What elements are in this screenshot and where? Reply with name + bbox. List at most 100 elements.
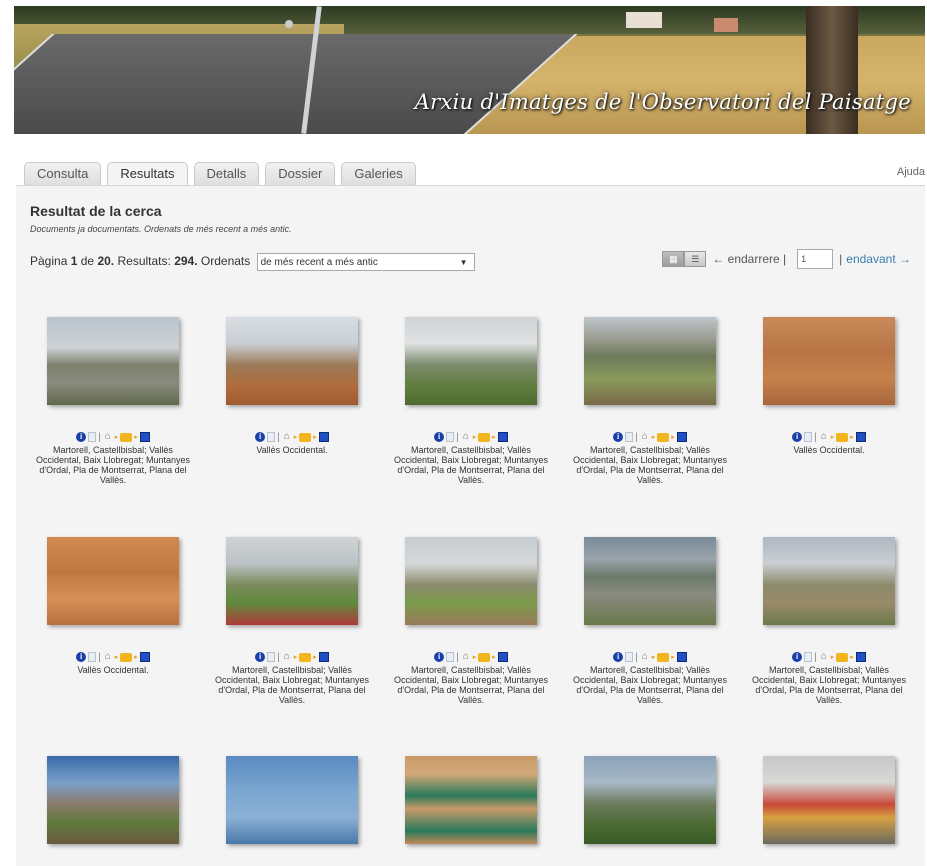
result-thumbnail[interactable] [763,537,895,625]
result-thumbnail[interactable] [226,317,358,405]
document-icon[interactable] [446,652,455,662]
document-icon[interactable] [88,432,97,442]
home-icon[interactable]: ⌂ [282,432,292,442]
info-icon[interactable]: i [792,652,803,662]
select-icon[interactable] [139,432,150,442]
result-thumbnail[interactable] [47,537,179,625]
document-icon[interactable] [625,432,634,442]
sort-label: Ordenats [200,254,251,269]
select-icon[interactable] [318,652,329,662]
info-icon[interactable]: i [613,432,624,442]
info-icon[interactable]: i [76,432,87,442]
info-icon[interactable]: i [434,652,445,662]
add-to-dossier-folder-icon[interactable] [478,652,491,662]
home-icon[interactable]: ⌂ [640,652,650,662]
results-count: 294. [174,254,198,269]
select-icon[interactable] [676,652,687,662]
result-thumbnail[interactable] [226,537,358,625]
result-item [740,756,918,844]
sort-order-select[interactable]: de més recent a més antic ▼ [256,253,475,271]
result-caption: Martorell, Castellbisbal; Vallès Occiden… [751,665,907,705]
home-icon[interactable]: ⌂ [103,432,113,442]
result-thumbnail[interactable] [405,756,537,844]
banner-house-roof [714,18,738,32]
home-icon[interactable]: ⌂ [819,432,829,442]
tab-dossier[interactable]: Dossier [265,162,336,185]
arrow-icon: ▸ [134,654,138,661]
add-to-dossier-folder-icon[interactable] [836,652,849,662]
next-page-link[interactable]: endavant → [846,252,911,266]
info-icon[interactable]: i [255,652,266,662]
result-thumbnail[interactable] [584,537,716,625]
previous-page-link[interactable]: ← endarrere | [712,252,786,266]
tab-consulta[interactable]: Consulta [24,162,102,185]
result-thumbnail[interactable] [584,317,716,405]
list-view-icon[interactable]: ☰ [684,251,707,267]
tab-detalls[interactable]: Detalls [193,162,260,185]
add-to-dossier-folder-icon[interactable] [836,432,849,442]
dropdown-arrow-icon: ▼ [459,258,468,267]
document-icon[interactable] [267,652,276,662]
select-icon[interactable] [497,432,508,442]
main-tabs: Consulta Resultats Detalls Dossier Galer… [24,162,416,187]
result-thumbnail[interactable] [47,317,179,405]
add-to-dossier-folder-icon[interactable] [478,432,491,442]
tab-resultats[interactable]: Resultats [107,162,188,187]
document-icon[interactable] [267,432,276,442]
page-number-input[interactable]: 1 [797,249,834,269]
add-to-dossier-folder-icon[interactable] [299,652,312,662]
result-thumbnail[interactable] [584,756,716,844]
result-item: i | ⌂ ▸ ▸ Martorell, Castellbisbal; Vallès Oc… [561,537,739,705]
info-icon[interactable]: i [792,432,803,442]
home-icon[interactable]: ⌂ [282,652,292,662]
result-thumbnail[interactable] [763,756,895,844]
item-actions: i | ⌂ ▸ ▸ [203,651,381,663]
add-to-dossier-folder-icon[interactable] [120,432,133,442]
document-icon[interactable] [804,652,813,662]
document-icon[interactable] [88,652,97,662]
result-thumbnail[interactable] [405,537,537,625]
add-to-dossier-folder-icon[interactable] [657,652,670,662]
home-icon[interactable]: ⌂ [640,432,650,442]
add-to-dossier-folder-icon[interactable] [657,432,670,442]
add-to-dossier-folder-icon[interactable] [299,432,312,442]
info-icon[interactable]: i [76,652,87,662]
select-icon[interactable] [139,652,150,662]
home-icon[interactable]: ⌂ [819,652,829,662]
result-thumbnail[interactable] [405,317,537,405]
result-item: i | ⌂ ▸ ▸ Martorell, Castellbisbal; Vallès Oc… [382,317,560,485]
select-icon[interactable] [318,432,329,442]
document-icon[interactable] [625,652,634,662]
tab-galeries[interactable]: Galeries [341,162,416,185]
arrow-icon: ▸ [313,434,317,441]
result-item: i | ⌂ ▸ ▸ Martorell, Castellbisbal; Vallès Oc… [561,317,739,485]
select-icon[interactable] [855,652,866,662]
info-icon[interactable]: i [255,432,266,442]
grid-view-icon[interactable]: ▦ [662,251,685,267]
select-icon[interactable] [855,432,866,442]
result-item [24,756,202,844]
result-item [382,756,560,844]
result-item: i | ⌂ ▸ ▸ Martorell, Castellbisbal; Vallès Oc… [382,537,560,705]
result-thumbnail[interactable] [47,756,179,844]
select-icon[interactable] [497,652,508,662]
home-icon[interactable]: ⌂ [103,652,113,662]
home-icon[interactable]: ⌂ [461,652,471,662]
item-actions: i | ⌂ ▸ ▸ [24,431,202,443]
page-current: 1 [70,254,78,269]
result-thumbnail[interactable] [763,317,895,405]
document-icon[interactable] [446,432,455,442]
help-link[interactable]: Ajuda [897,166,925,178]
result-thumbnail[interactable] [226,756,358,844]
home-icon[interactable]: ⌂ [461,432,471,442]
info-icon[interactable]: i [613,652,624,662]
info-icon[interactable]: i [434,432,445,442]
result-caption: Martorell, Castellbisbal; Vallès Occiden… [214,665,370,705]
select-icon[interactable] [676,432,687,442]
item-actions: i | ⌂ ▸ ▸ [382,651,560,663]
arrow-icon: ▸ [651,654,656,661]
sort-order-value: de més recent a més antic [260,257,378,268]
add-to-dossier-folder-icon[interactable] [120,652,133,662]
arrow-icon: ▸ [293,434,298,441]
document-icon[interactable] [804,432,813,442]
